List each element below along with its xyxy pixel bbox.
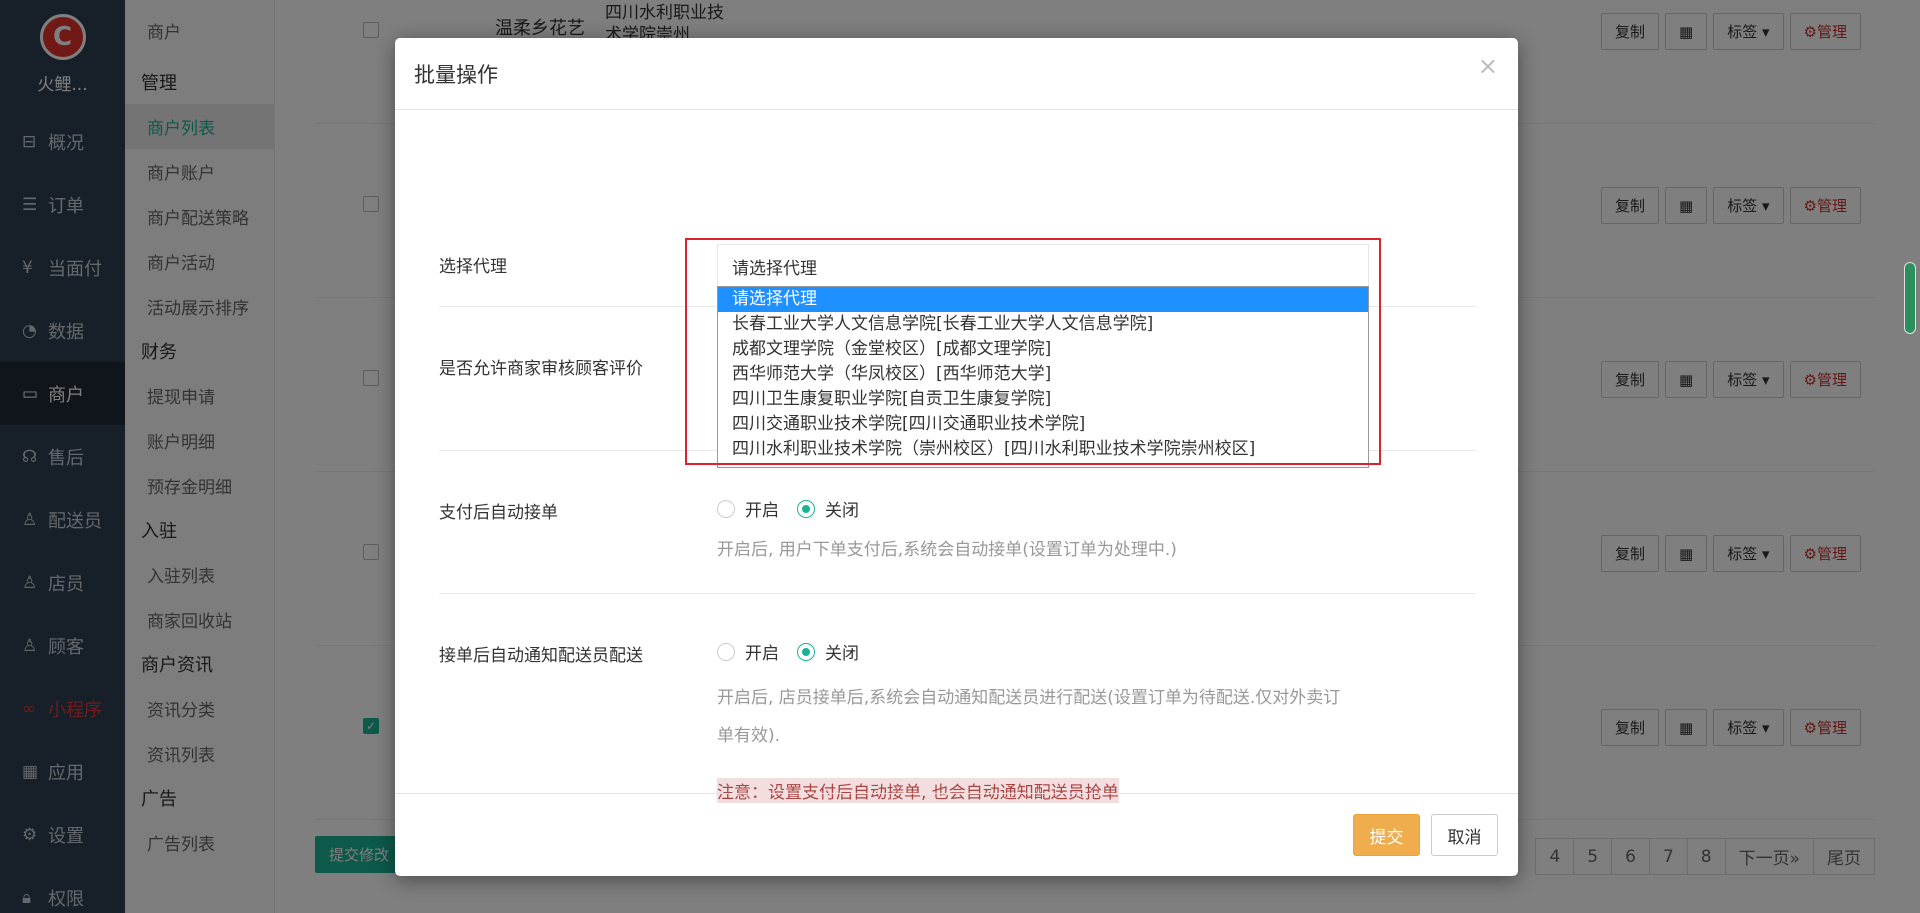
auto-accept-radio-group: 开启 关闭 <box>717 496 859 521</box>
auto-accept-help: 开启后, 用户下单支付后,系统会自动接单(设置订单为处理中.) <box>717 540 1177 560</box>
auto-accept-on-radio[interactable] <box>717 499 735 518</box>
auto-accept-off-radio[interactable] <box>797 499 815 518</box>
auto-notify-radio-group: 开启 关闭 <box>717 639 859 664</box>
divider <box>439 593 1476 594</box>
submit-button[interactable]: 提交 <box>1353 814 1420 856</box>
highlight-frame <box>685 238 1381 465</box>
agent-label: 选择代理 <box>439 257 507 277</box>
auto-notify-label: 接单后自动通知配送员配送 <box>439 646 643 666</box>
modal-body: 选择代理 是否允许商家审核顾客评价 支付后自动接单 开启 关闭 开启后, 用户下… <box>395 110 1518 833</box>
close-icon[interactable]: × <box>1478 52 1498 80</box>
cancel-button[interactable]: 取消 <box>1431 814 1498 856</box>
batch-operation-modal: 批量操作 × 选择代理 是否允许商家审核顾客评价 支付后自动接单 开启 关闭 开… <box>395 38 1518 876</box>
auto-accept-label: 支付后自动接单 <box>439 503 558 523</box>
modal-title: 批量操作 <box>414 62 498 87</box>
page-scrollbar-thumb[interactable] <box>1904 262 1916 334</box>
auto-notify-on-radio[interactable] <box>717 642 735 661</box>
auto-notify-help-line1: 开启后, 店员接单后,系统会自动通知配送员进行配送(设置订单为待配送.仅对外卖订 <box>717 688 1341 708</box>
modal-footer: 提交 取消 <box>395 793 1518 876</box>
modal-header: 批量操作 × <box>395 38 1518 110</box>
auto-notify-help-line2: 单有效). <box>717 726 781 746</box>
review-label: 是否允许商家审核顾客评价 <box>439 359 643 379</box>
auto-notify-off-radio[interactable] <box>797 642 815 661</box>
